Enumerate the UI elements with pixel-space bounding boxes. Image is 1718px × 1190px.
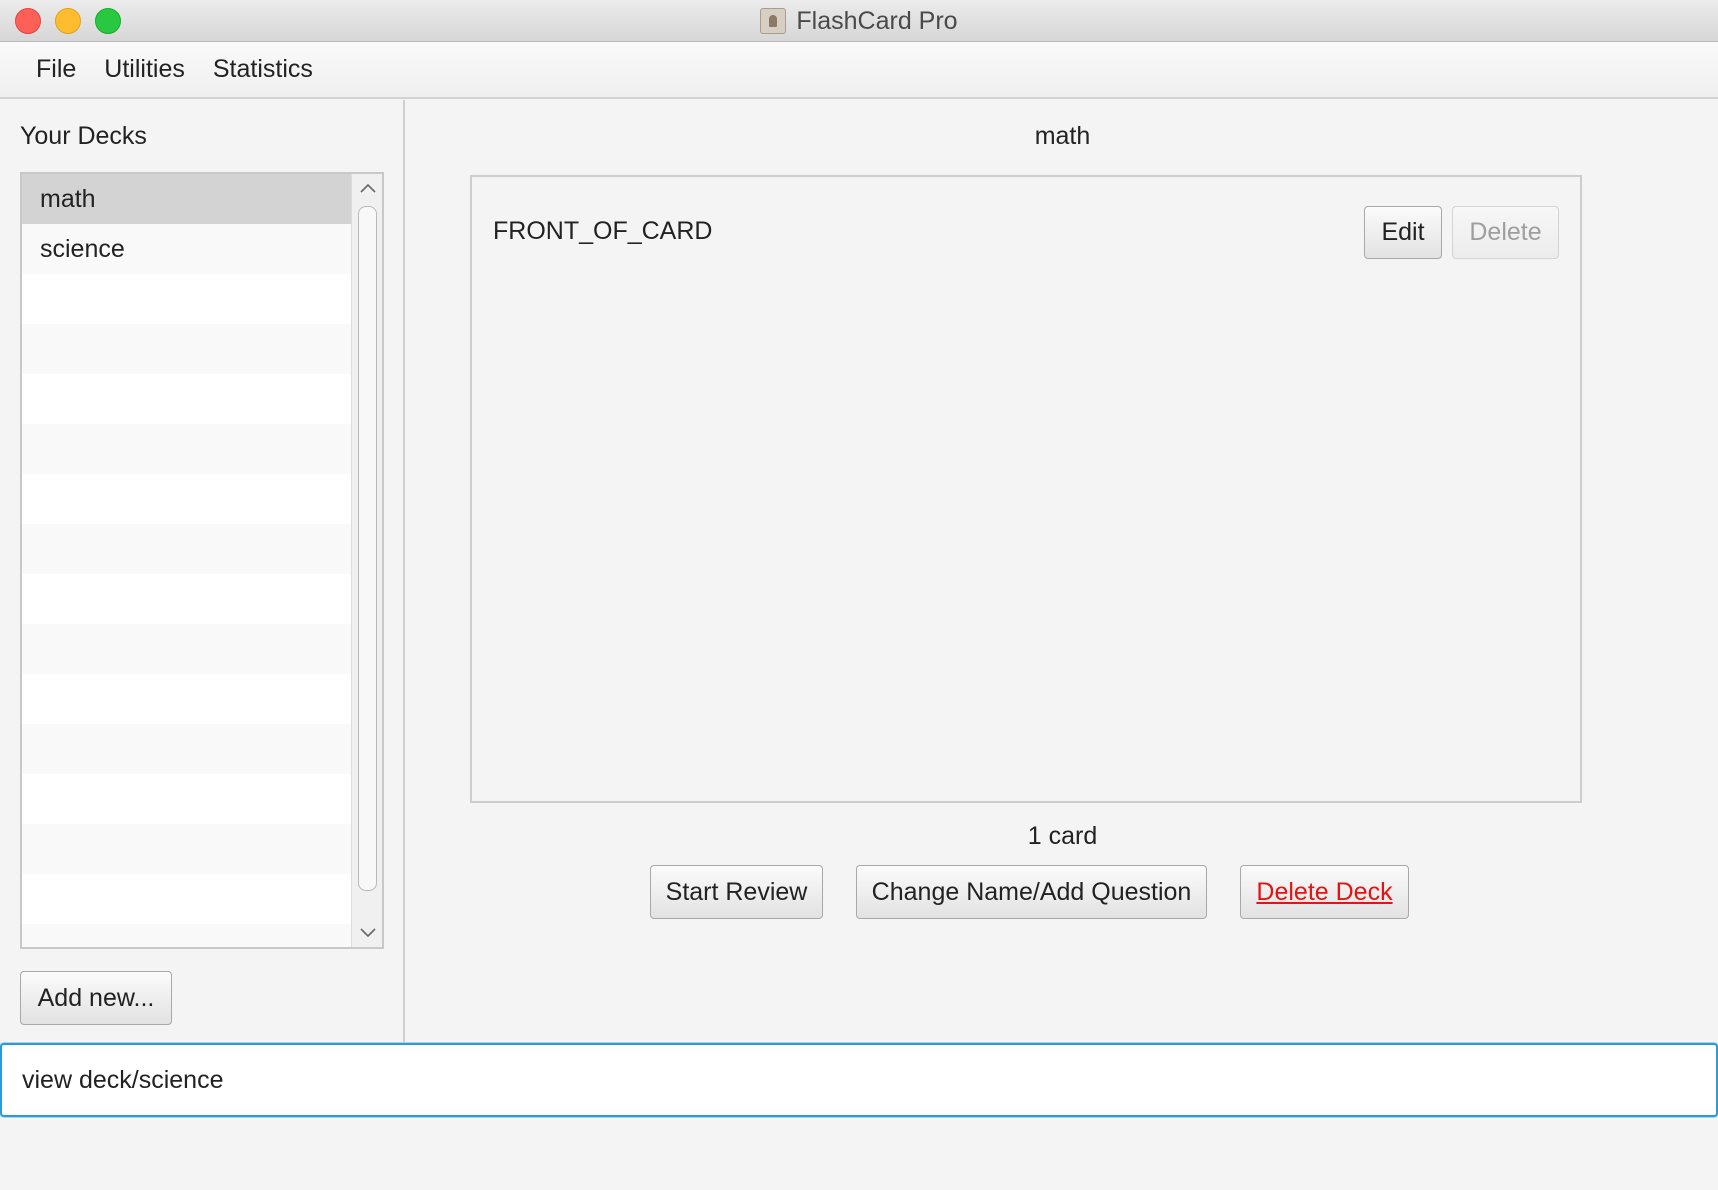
deck-list[interactable]: math science [20,172,384,949]
delete-deck-button[interactable]: Delete Deck [1240,865,1409,919]
start-review-button[interactable]: Start Review [650,865,823,919]
menu-statistics[interactable]: Statistics [199,55,327,84]
deck-list-item[interactable]: math [22,174,352,224]
deck-list-empty-row [22,324,352,374]
deck-list-empty-row [22,374,352,424]
deck-list-empty-row [22,624,352,674]
decks-heading: Your Decks [20,122,147,150]
deck-list-empty-row [22,574,352,624]
deck-list-empty-row [22,774,352,824]
deck-title: math [1034,122,1091,150]
status-area [0,1119,1718,1190]
deck-list-empty-row [22,824,352,874]
contact-book-icon [760,8,787,34]
delete-card-button[interactable]: Delete [1452,206,1559,259]
deck-rows: math science [22,174,352,947]
edit-card-button[interactable]: Edit [1364,206,1442,259]
deck-detail-panel: math FRONT_OF_CARD Edit Delete 1 card St… [407,100,1718,1042]
card-list: FRONT_OF_CARD Edit Delete [470,175,1582,803]
card-count: 1 card [1027,822,1098,850]
window-title-group: FlashCard Pro [0,0,1718,42]
card-front-text: FRONT_OF_CARD [493,217,713,245]
deck-list-item[interactable]: science [22,224,352,274]
deck-list-scrollbar[interactable] [351,174,382,947]
deck-list-empty-row [22,924,352,947]
chevron-down-icon[interactable] [352,919,382,947]
deck-list-empty-row [22,424,352,474]
deck-list-empty-row [22,524,352,574]
deck-list-empty-row [22,724,352,774]
title-bar: FlashCard Pro [0,0,1718,42]
menu-bar: File Utilities Statistics [0,42,1718,99]
change-name-add-question-button[interactable]: Change Name/Add Question [856,865,1207,919]
decks-panel: Your Decks math science Add new... [0,100,405,1042]
deck-list-empty-row [22,474,352,524]
deck-list-empty-row [22,874,352,924]
menu-file[interactable]: File [22,55,90,84]
window-title: FlashCard Pro [796,6,958,35]
menu-utilities[interactable]: Utilities [90,55,199,84]
deck-list-empty-row [22,674,352,724]
scroll-thumb[interactable] [358,206,377,891]
command-input[interactable] [0,1043,1718,1117]
add-new-deck-button[interactable]: Add new... [20,971,172,1025]
chevron-up-icon[interactable] [352,174,382,202]
deck-list-empty-row [22,274,352,324]
